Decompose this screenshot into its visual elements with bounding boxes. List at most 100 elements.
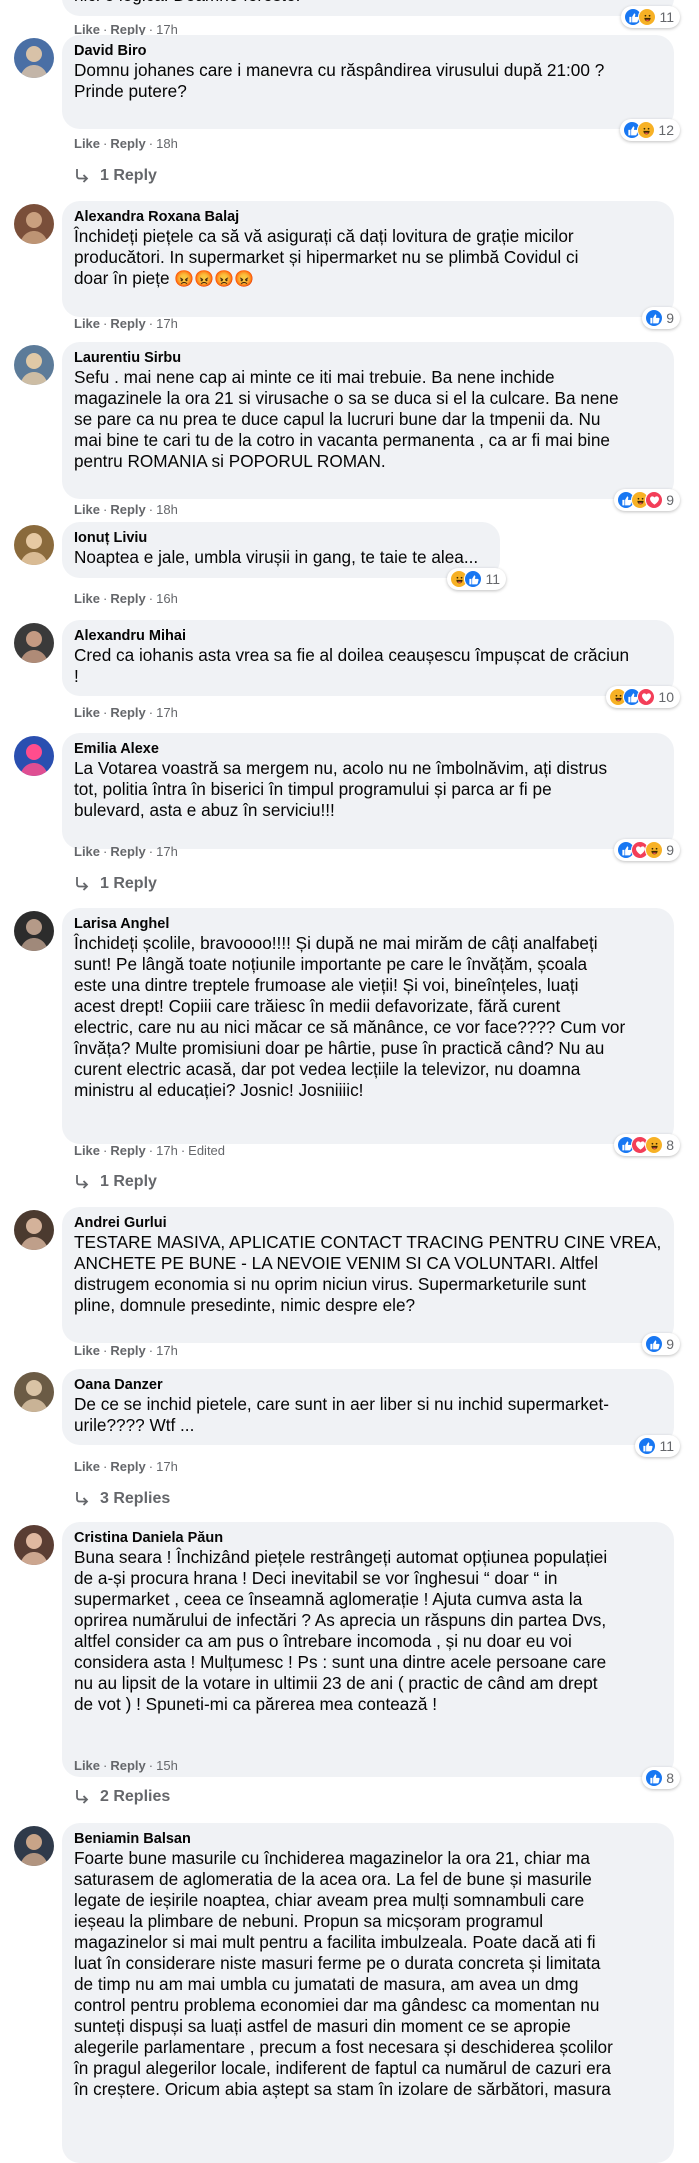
comment-timestamp[interactable]: 15h xyxy=(156,1758,178,1773)
comment-author[interactable]: David Biro xyxy=(74,42,662,60)
avatar[interactable] xyxy=(14,345,54,385)
reactions-badge[interactable]: 9 xyxy=(642,1333,680,1355)
comment-timestamp[interactable]: 17h xyxy=(156,1343,178,1358)
reactions-badge[interactable]: 10 xyxy=(606,686,680,708)
reactions-badge[interactable]: 11 xyxy=(621,6,680,28)
reaction-count: 12 xyxy=(658,122,674,138)
reply-arrow-icon xyxy=(76,1492,89,1506)
like-reaction-icon xyxy=(464,570,483,588)
reactions-badge[interactable]: 8 xyxy=(642,1767,680,1789)
avatar[interactable] xyxy=(14,736,54,776)
comment-bubble: nici o logica. Doamne fereste! 11 xyxy=(62,0,680,28)
reply-link[interactable]: Reply xyxy=(110,1459,145,1474)
reactions-badge[interactable]: 8 xyxy=(614,1134,680,1156)
separator-dot: · xyxy=(148,1143,154,1158)
view-replies-link[interactable]: 1 Reply xyxy=(74,874,157,894)
reactions-badge[interactable]: 9 xyxy=(614,489,680,511)
avatar[interactable] xyxy=(14,1372,54,1412)
like-link[interactable]: Like xyxy=(74,844,100,859)
view-replies-link[interactable]: 1 Reply xyxy=(74,166,157,186)
comment-bubble: Emilia Alexe La Votarea voastră sa mergem… xyxy=(62,733,680,861)
reaction-count: 9 xyxy=(666,842,674,858)
separator-dot: · xyxy=(103,705,108,720)
like-link[interactable]: Like xyxy=(74,1143,100,1158)
reply-link[interactable]: Reply xyxy=(110,591,145,606)
comment-actions: Like · Reply · 17h xyxy=(74,316,178,332)
like-link[interactable]: Like xyxy=(74,1758,100,1773)
comment-author[interactable]: Alexandru Mihai xyxy=(74,627,662,645)
comment-author[interactable]: Oana Danzer xyxy=(74,1376,662,1394)
reaction-count: 8 xyxy=(666,1137,674,1153)
comment-timestamp[interactable]: 18h xyxy=(156,502,178,517)
comment-text: TESTARE MASIVA, APLICATIE CONTACT TRACIN… xyxy=(74,1232,662,1316)
reactions-badge[interactable]: 9 xyxy=(642,307,680,329)
reply-link[interactable]: Reply xyxy=(110,1758,145,1773)
view-replies-link[interactable]: 2 Replies xyxy=(74,1787,170,1807)
reaction-count: 11 xyxy=(659,9,674,25)
comment-bubble: Larisa Anghel Închideți școlile, bravoooo… xyxy=(62,908,680,1156)
love-reaction-icon xyxy=(645,491,664,509)
comment-timestamp[interactable]: 18h xyxy=(156,136,178,151)
comment-author[interactable]: Laurentiu Sirbu xyxy=(74,349,662,367)
comment-bubble: Ionuț Liviu Noaptea e jale, umbla virușii… xyxy=(62,522,506,590)
like-link[interactable]: Like xyxy=(74,1459,100,1474)
comment-author[interactable]: Cristina Daniela Păun xyxy=(74,1529,662,1547)
reply-link[interactable]: Reply xyxy=(110,1343,145,1358)
like-link[interactable]: Like xyxy=(74,316,100,331)
reply-link[interactable]: Reply xyxy=(110,844,145,859)
comment-text: La Votarea voastră sa mergem nu, acolo n… xyxy=(74,758,662,821)
separator-dot: · xyxy=(103,1758,108,1773)
separator-dot: · xyxy=(103,1343,108,1358)
comment-author[interactable]: Emilia Alexe xyxy=(74,740,662,758)
like-link[interactable]: Like xyxy=(74,705,100,720)
comment-text: nici o logica. Doamne fereste! xyxy=(74,0,662,6)
avatar[interactable] xyxy=(14,525,54,565)
comment-author[interactable]: Larisa Anghel xyxy=(74,915,662,933)
comment-timestamp[interactable]: 17h xyxy=(156,316,178,331)
avatar[interactable] xyxy=(14,1210,54,1250)
view-replies-link[interactable]: 1 Reply xyxy=(74,1172,157,1192)
comment-author[interactable]: Ionuț Liviu xyxy=(74,529,488,547)
comment-author[interactable]: Alexandra Roxana Balaj xyxy=(74,208,662,226)
replies-count-label: 2 Replies xyxy=(100,1788,171,1805)
comment-timestamp[interactable]: 17h xyxy=(156,844,178,859)
separator-dot: · xyxy=(148,844,154,859)
like-reaction-icon xyxy=(645,1335,664,1353)
reaction-icons xyxy=(645,309,664,327)
reply-link[interactable]: Reply xyxy=(110,316,145,331)
comment-author[interactable]: Andrei Gurlui xyxy=(74,1214,662,1232)
haha-reaction-icon xyxy=(645,841,664,859)
edited-label[interactable]: Edited xyxy=(188,1143,225,1158)
comment-timestamp[interactable]: 16h xyxy=(156,591,178,606)
avatar[interactable] xyxy=(14,623,54,663)
avatar[interactable] xyxy=(14,38,54,78)
reaction-count: 9 xyxy=(666,1336,674,1352)
like-reaction-icon xyxy=(645,309,664,327)
avatar[interactable] xyxy=(14,204,54,244)
reply-link[interactable]: Reply xyxy=(110,1143,145,1158)
reactions-badge[interactable]: 11 xyxy=(447,568,506,590)
comment-text-body: Închideți piețele ca să vă asigurați că … xyxy=(74,226,579,288)
avatar[interactable] xyxy=(14,1525,54,1565)
avatar[interactable] xyxy=(14,911,54,951)
reactions-badge[interactable]: 11 xyxy=(635,1435,680,1457)
reactions-badge[interactable]: 9 xyxy=(614,839,680,861)
comment-timestamp[interactable]: 17h xyxy=(156,1143,178,1158)
like-link[interactable]: Like xyxy=(74,502,100,517)
comment-timestamp[interactable]: 17h xyxy=(156,705,178,720)
like-link[interactable]: Like xyxy=(74,136,100,151)
separator-dot: · xyxy=(148,705,154,720)
reply-link[interactable]: Reply xyxy=(110,136,145,151)
reply-arrow-icon xyxy=(76,877,89,891)
reply-link[interactable]: Reply xyxy=(110,502,145,517)
comment-bubble: Beniamin Balsan Foarte bune masurile cu î… xyxy=(62,1823,674,2163)
comment-timestamp[interactable]: 17h xyxy=(156,1459,178,1474)
like-link[interactable]: Like xyxy=(74,591,100,606)
view-replies-link[interactable]: 3 Replies xyxy=(74,1489,170,1509)
comment-author[interactable]: Beniamin Balsan xyxy=(74,1830,662,1848)
separator-dot: · xyxy=(103,136,108,151)
like-link[interactable]: Like xyxy=(74,1343,100,1358)
avatar[interactable] xyxy=(14,1826,54,1866)
reply-link[interactable]: Reply xyxy=(110,705,145,720)
reactions-badge[interactable]: 12 xyxy=(620,119,680,141)
